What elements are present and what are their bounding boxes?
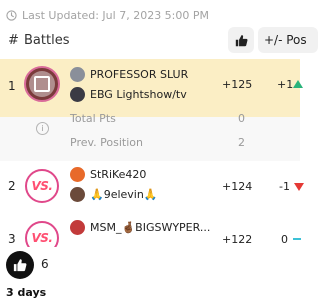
vs-badge-text: VS. (31, 179, 54, 193)
battle-score: +125 (222, 78, 253, 91)
player-name: MSM_🤞🏾BIGSWYPER... (90, 221, 211, 234)
total-pts-value: 0 (238, 112, 245, 125)
player-two[interactable]: EBG Lightshow/tv (70, 87, 187, 102)
prev-position-value: 2 (238, 136, 245, 149)
player-name: 🙏9elevin🙏 (90, 188, 158, 201)
player-one[interactable]: PROFESSOR SLUR (70, 67, 188, 82)
player-one[interactable]: MSM_🤞🏾BIGSWYPER... (70, 220, 210, 235)
vs-badge-text: VS. (31, 231, 54, 245)
player-avatar (70, 187, 85, 202)
post-age: 3 days (6, 286, 47, 299)
player-name: EBG Lightshow/tv (90, 88, 187, 101)
player-avatar (70, 67, 85, 82)
player-avatar (70, 87, 85, 102)
like-count: 6 (41, 257, 49, 271)
player-two[interactable]: 🙏9elevin🙏 (70, 187, 158, 202)
position-change: -1 (279, 180, 290, 193)
clock-icon (6, 10, 17, 21)
prev-position-label: Prev. Position (70, 136, 143, 149)
battle-score: +124 (222, 180, 253, 193)
player-avatar (70, 167, 85, 182)
info-icon[interactable]: i (36, 122, 49, 135)
position-down-icon (294, 183, 304, 191)
player-name: StRiKe420 (90, 168, 147, 181)
sort-by-likes-button[interactable] (228, 27, 254, 53)
battle-rank: 3 (8, 232, 16, 246)
thumbs-up-icon (13, 259, 27, 272)
position-up-icon (293, 80, 303, 88)
position-change: +1 (277, 78, 294, 91)
player-name: PROFESSOR SLUR (90, 68, 189, 81)
rank-column-header: # (8, 33, 19, 48)
avatar-emblem (34, 76, 50, 92)
position-change: 0 (281, 233, 288, 246)
battle-rank: 2 (8, 179, 16, 193)
total-pts-label: Total Pts (70, 112, 116, 125)
sort-by-position-change-button[interactable]: +/- Pos (258, 27, 318, 53)
like-button[interactable] (6, 251, 34, 279)
thumbs-up-icon (235, 34, 247, 46)
battle-rank: 1 (8, 79, 16, 93)
avatar-image (29, 71, 55, 97)
battles-column-header: Battles (24, 33, 70, 48)
battle-avatar[interactable] (24, 66, 60, 102)
player-one[interactable]: StRiKe420 (70, 167, 146, 182)
player-avatar (70, 220, 85, 235)
position-same-icon (293, 238, 301, 240)
last-updated-text: Last Updated: Jul 7, 2023 5:00 PM (22, 9, 210, 22)
battle-score: +122 (222, 233, 253, 246)
vs-badge-icon[interactable]: VS. (25, 169, 59, 203)
last-updated: Last Updated: Jul 7, 2023 5:00 PM (6, 9, 209, 22)
